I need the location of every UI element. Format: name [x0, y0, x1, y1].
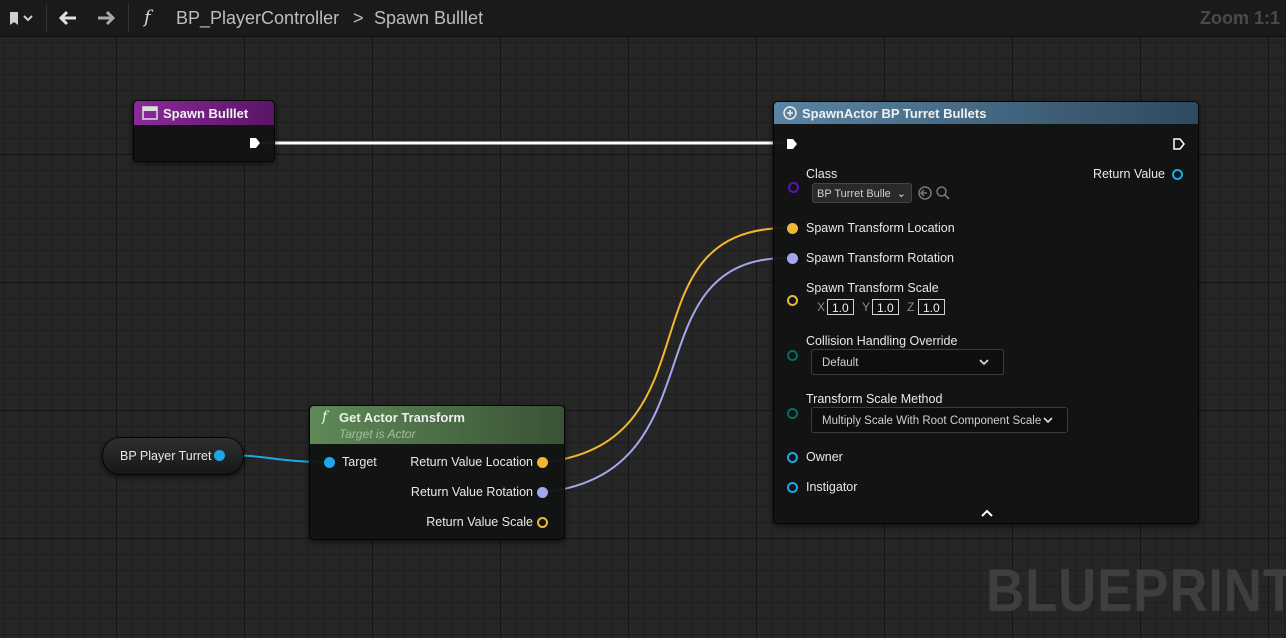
collision-pin[interactable]: [787, 350, 798, 361]
variable-label: BP Player Turret: [120, 449, 212, 463]
return-value-label: Return Value: [1092, 167, 1165, 181]
breadcrumb-current[interactable]: Spawn Bulllet: [374, 8, 483, 28]
function-icon: f: [144, 7, 151, 28]
collision-dropdown[interactable]: Default: [811, 349, 1004, 375]
return-scale-label: Return Value Scale: [426, 515, 533, 529]
owner-label: Owner: [806, 450, 843, 464]
node-subtitle: Target is Actor: [339, 427, 416, 441]
collision-label: Collision Handling Override: [806, 334, 958, 348]
spawn-actor-node[interactable]: SpawnActor BP Turret Bullets Class BP Tu…: [773, 101, 1199, 524]
class-label: Class: [806, 167, 838, 181]
blueprint-watermark: BLUEPRINT: [986, 557, 1286, 624]
exec-in-pin[interactable]: [786, 138, 798, 150]
return-value-pin[interactable]: [1172, 169, 1183, 180]
event-node-title: Spawn Bulllet: [163, 106, 249, 121]
scale-z-axis-label: Z: [907, 300, 915, 314]
collapse-chevron-up-icon[interactable]: [980, 508, 994, 518]
browse-search-icon[interactable]: [935, 185, 951, 201]
use-selected-icon[interactable]: [917, 185, 933, 201]
chevron-down-icon: [1043, 417, 1053, 424]
spawn-scale-label: Spawn Transform Scale: [806, 281, 939, 295]
event-icon: [142, 106, 158, 120]
event-node-spawn-bulllet[interactable]: Spawn Bulllet: [133, 100, 275, 162]
class-dropdown-value: BP Turret Bulle: [817, 188, 891, 200]
rotation-wire[interactable]: [546, 257, 788, 493]
target-in-pin[interactable]: [324, 457, 335, 468]
owner-pin[interactable]: [787, 452, 798, 463]
get-actor-transform-node[interactable]: f Get Actor Transform Target is Actor Ta…: [309, 405, 565, 540]
return-location-pin[interactable]: [537, 457, 548, 468]
chevron-down-icon: [979, 359, 989, 366]
collision-dropdown-value: Default: [822, 357, 859, 369]
scale-method-dropdown[interactable]: Multiply Scale With Root Component Scale: [811, 407, 1068, 433]
function-icon: f: [322, 409, 328, 425]
scale-method-dropdown-value: Multiply Scale With Root Component Scale: [822, 415, 1042, 427]
variable-out-pin[interactable]: [214, 450, 225, 461]
scale-y-input[interactable]: 1.0: [872, 299, 899, 315]
toolbar: f BP_PlayerController > Spawn Bulllet Zo…: [0, 0, 1286, 37]
target-pin-label: Target: [342, 455, 377, 469]
scale-y-axis-label: Y: [862, 300, 871, 314]
return-rotation-pin[interactable]: [537, 487, 548, 498]
spawn-rotation-label: Spawn Transform Rotation: [806, 251, 954, 265]
return-rotation-label: Return Value Rotation: [410, 485, 533, 499]
spawn-location-pin[interactable]: [787, 223, 798, 234]
zoom-level: Zoom 1:1: [1199, 8, 1280, 28]
toolbar-divider: [46, 4, 47, 32]
forward-arrow-icon[interactable]: [94, 6, 118, 30]
scale-x-axis-label: X: [817, 300, 826, 314]
get-actor-transform-header: f Get Actor Transform Target is Actor: [310, 406, 564, 444]
scale-z-input[interactable]: 1.0: [918, 299, 945, 315]
scale-method-pin[interactable]: [787, 408, 798, 419]
chevron-down-icon: ⌄: [896, 188, 906, 200]
bookmark-icon[interactable]: [8, 6, 38, 30]
spawn-scale-pin[interactable]: [787, 295, 798, 306]
event-node-header: Spawn Bulllet: [134, 101, 274, 125]
breadcrumb-root[interactable]: BP_PlayerController: [176, 8, 339, 28]
spawn-actor-title: SpawnActor BP Turret Bullets: [802, 106, 987, 121]
back-arrow-icon[interactable]: [56, 6, 80, 30]
scale-x-input[interactable]: 1.0: [827, 299, 854, 315]
exec-out-pin[interactable]: [249, 137, 261, 149]
return-scale-pin[interactable]: [537, 517, 548, 528]
class-dropdown[interactable]: BP Turret Bulle ⌄: [812, 183, 912, 203]
spawn-rotation-pin[interactable]: [787, 253, 798, 264]
scale-method-label: Transform Scale Method: [806, 392, 943, 406]
instigator-label: Instigator: [806, 480, 858, 494]
toolbar-divider: [128, 4, 129, 32]
scale-vector-inputs: X 1.0 Y 1.0 Z 1.0: [816, 299, 956, 315]
spawn-actor-icon: [783, 106, 797, 120]
spawn-actor-header: SpawnActor BP Turret Bullets: [774, 102, 1198, 124]
exec-out-pin[interactable]: [1173, 138, 1185, 150]
breadcrumb-separator: >: [353, 8, 364, 28]
spawn-location-label: Spawn Transform Location: [806, 221, 955, 235]
class-pin[interactable]: [788, 182, 799, 193]
return-location-label: Return Value Location: [410, 455, 533, 469]
node-title: Get Actor Transform: [339, 410, 465, 425]
variable-node-bp-player-turret[interactable]: BP Player Turret: [102, 437, 244, 475]
instigator-pin[interactable]: [787, 482, 798, 493]
